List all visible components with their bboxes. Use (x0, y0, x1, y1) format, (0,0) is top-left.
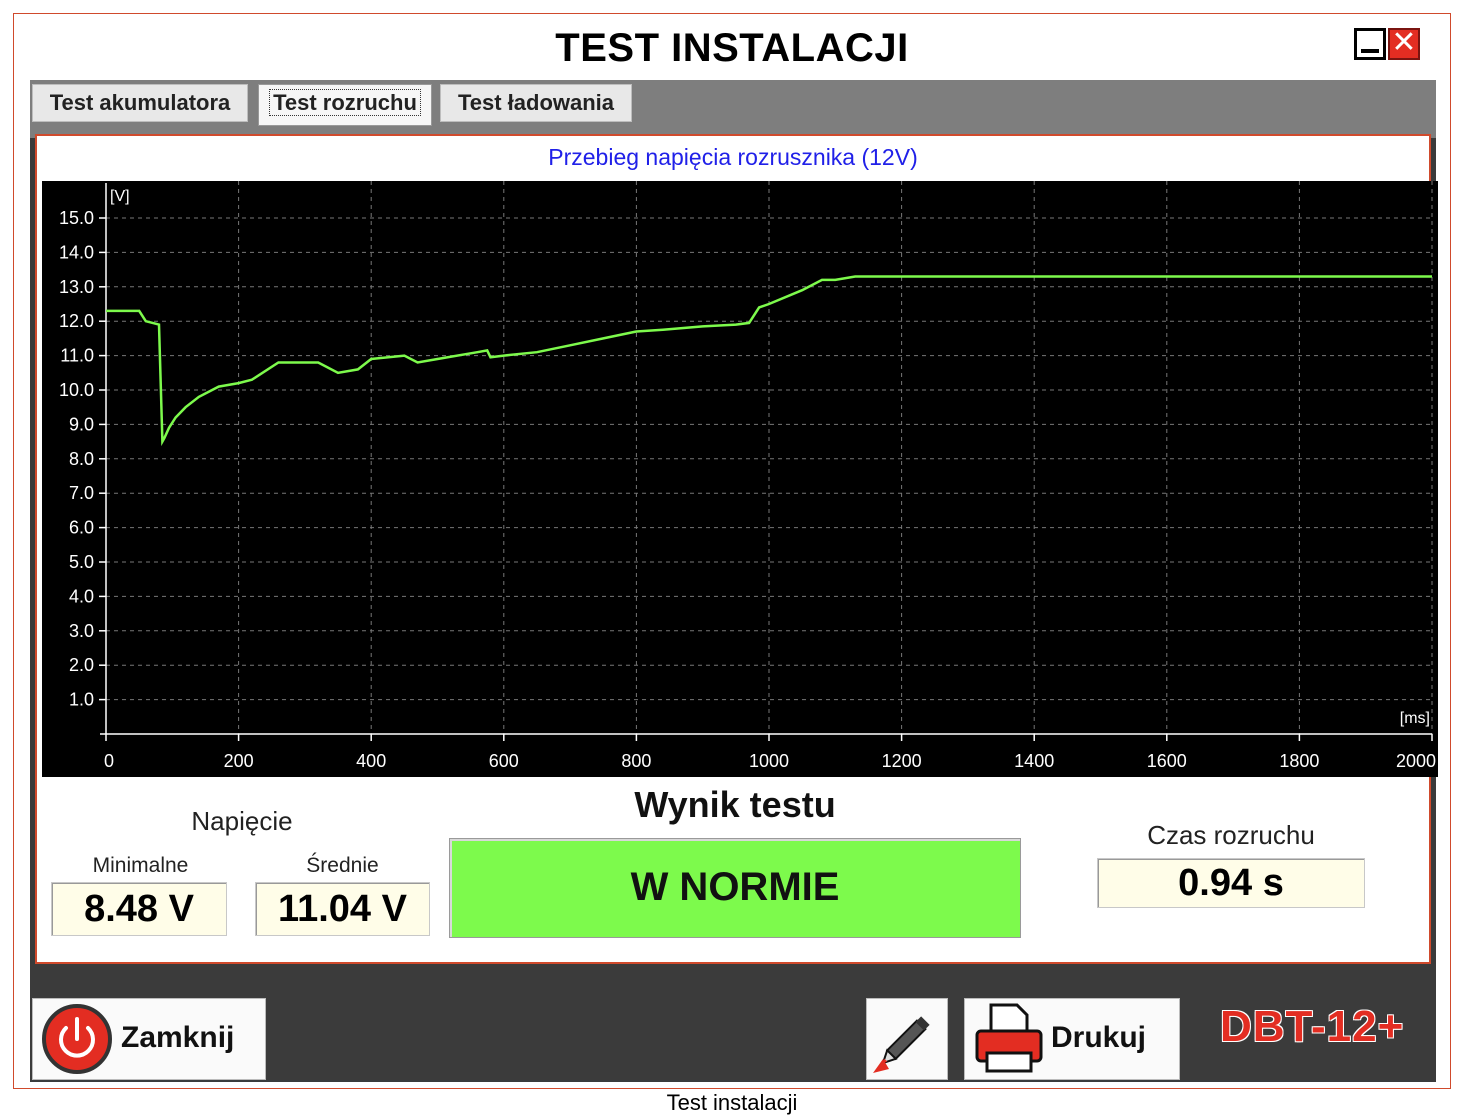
y-tick-label: 6.0 (69, 518, 94, 538)
content-area: Test akumulatora Test rozruchu Test łado… (30, 80, 1438, 1082)
app-window: TEST INSTALACJI ✕ Test akumulatora Test … (13, 13, 1451, 1089)
y-tick-label: 12.0 (59, 311, 94, 331)
bottom-toolbar: Zamknij Drukuj DBT-12+ (30, 964, 1436, 1082)
y-tick-label: 3.0 (69, 621, 94, 641)
x-tick-label: 1400 (1014, 751, 1054, 771)
tab-cranking-test[interactable]: Test rozruchu (258, 84, 432, 126)
title-bar: TEST INSTALACJI ✕ (14, 14, 1450, 80)
y-tick-label: 13.0 (59, 277, 94, 297)
tab-label: Test akumulatora (49, 90, 231, 115)
tab-label: Test rozruchu (269, 89, 421, 116)
avg-voltage-label: Średnie (306, 854, 379, 877)
crank-time-value: 0.94 s (1097, 858, 1365, 908)
pencil-icon (873, 1016, 930, 1073)
power-icon (42, 1004, 112, 1074)
result-verdict: W NORMIE (449, 838, 1021, 938)
y-tick-label: 1.0 (69, 690, 94, 710)
crank-time-label: Czas rozruchu (1147, 820, 1315, 850)
brand-logo: DBT-12+ (1220, 1002, 1405, 1051)
y-tick-label: 7.0 (69, 483, 94, 503)
y-tick-label: 4.0 (69, 586, 94, 606)
tab-strip: Test akumulatora Test rozruchu Test łado… (30, 80, 1436, 138)
min-voltage-value: 8.48 V (51, 882, 227, 936)
y-tick-label: 14.0 (59, 242, 94, 262)
voltage-label: Napięcie (191, 806, 293, 836)
x-tick-label: 1600 (1147, 751, 1187, 771)
close-button-label: Zamknij (121, 1021, 235, 1054)
y-axis-label: [V] (110, 188, 130, 205)
x-tick-label: 1200 (882, 751, 922, 771)
tab-battery-test[interactable]: Test akumulatora (32, 84, 248, 122)
chart-title: Przebieg napięcia rozrusznika (12V) (548, 144, 918, 170)
y-tick-label: 10.0 (59, 380, 94, 400)
x-tick-label: 600 (489, 751, 519, 771)
y-tick-label: 2.0 (69, 655, 94, 675)
x-tick-label: 800 (621, 751, 651, 771)
y-tick-label: 9.0 (69, 414, 94, 434)
result-label: Wynik testu (634, 784, 836, 825)
chart-background (42, 181, 1438, 777)
window-caption: Test instalacji (666, 1090, 798, 1115)
printer-icon (975, 1003, 1043, 1073)
x-tick-label: 1000 (749, 751, 789, 771)
edit-button[interactable] (866, 998, 948, 1080)
x-tick-label: 400 (356, 751, 386, 771)
avg-voltage-value: 11.04 V (255, 882, 430, 936)
close-button[interactable]: Zamknij (32, 998, 266, 1080)
x-axis-label: [ms] (1400, 710, 1430, 727)
y-tick-label: 8.0 (69, 449, 94, 469)
y-tick-label: 5.0 (69, 552, 94, 572)
minimize-button[interactable] (1354, 28, 1386, 60)
x-tick-label: 2000 (1396, 751, 1436, 771)
y-tick-label: 15.0 (59, 208, 94, 228)
x-tick-label: 1800 (1279, 751, 1319, 771)
tab-label: Test ładowania (457, 90, 615, 115)
print-button-label: Drukuj (1051, 1021, 1147, 1054)
results-section: Napięcie Minimalne 8.48 V Średnie 11.04 … (37, 776, 1429, 961)
test-panel: Przebieg napięcia rozrusznika (12V) 15.0… (35, 134, 1438, 964)
close-window-button[interactable]: ✕ (1388, 28, 1420, 60)
tab-charging-test[interactable]: Test ładowania (440, 84, 632, 122)
y-tick-label: 11.0 (60, 346, 94, 366)
min-voltage-label: Minimalne (92, 854, 189, 877)
x-tick-label: 200 (224, 751, 254, 771)
print-button[interactable]: Drukuj (964, 998, 1180, 1080)
window-title: TEST INSTALACJI (555, 26, 909, 70)
voltage-chart: 15.0 14.0 13.0 12.0 11.0 10.0 9.0 8.0 7.0 6.0 5.0 4… (42, 181, 1438, 777)
x-tick-label: 0 (104, 751, 114, 771)
